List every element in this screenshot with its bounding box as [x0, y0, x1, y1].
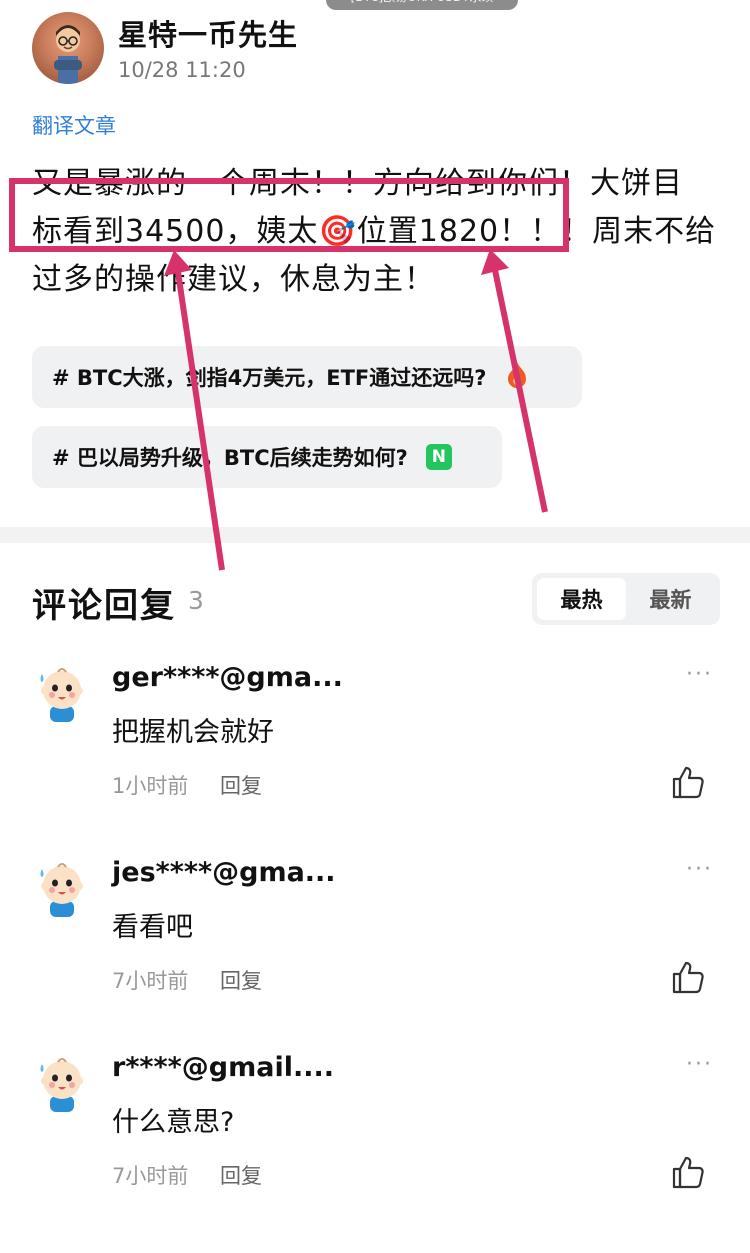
baby-avatar-icon[interactable] — [32, 1052, 92, 1112]
tag-label: # 巴以局势升级，BTC后续走势如何? — [52, 446, 408, 470]
comment-text: 什么意思? — [112, 1107, 235, 1138]
topic-tag-geopolitics[interactable]: # 巴以局势升级，BTC后续走势如何? N — [32, 426, 502, 488]
thumbs-up-icon[interactable] — [670, 764, 706, 800]
reply-button[interactable]: 回复 — [220, 770, 262, 800]
comment-item: ger****@gma... 把握机会就好 1小时前 回复 ··· — [0, 662, 750, 852]
post-line-2a: 标看到34500，姨太 — [32, 214, 319, 249]
comment-item: jes****@gma... 看看吧 7小时前 回复 ··· — [0, 857, 750, 1047]
comment-text: 看看吧 — [112, 912, 193, 943]
comment-user[interactable]: jes****@gma... — [112, 857, 336, 888]
more-options-icon[interactable]: ··· — [686, 662, 713, 687]
comments-count: 3 — [188, 586, 204, 615]
target-emoji-icon: 🎯 — [318, 214, 357, 249]
cartoon-person-avatar-icon — [54, 25, 82, 84]
annotation-arrow-left — [175, 271, 225, 571]
post-time: 10/28 11:20 — [118, 58, 246, 82]
translate-link[interactable]: 翻译文章 — [32, 110, 116, 140]
section-divider — [0, 527, 750, 543]
post-line-2: 标看到34500，姨太🎯位置1820！！！周末不给 — [32, 208, 722, 256]
comment-sort-toggle: 最热 最新 — [532, 573, 720, 625]
author-name[interactable]: 星特一币先生 — [118, 12, 298, 54]
comment-item: r****@gmail.... 什么意思? 7小时前 回复 ··· — [0, 1052, 750, 1242]
thumbs-up-icon[interactable] — [670, 1154, 706, 1190]
post-line-3: 过多的操作建议，休息为主！ — [32, 262, 435, 297]
post-line-1: 又是暴涨的一个周末！！方向给到你们！大饼目 — [32, 166, 683, 201]
comment-time: 7小时前 — [112, 969, 189, 993]
more-options-icon[interactable]: ··· — [686, 857, 713, 882]
comments-title: 评论回复 — [32, 586, 176, 626]
baby-avatar-icon[interactable] — [32, 857, 92, 917]
comment-user[interactable]: ger****@gma... — [112, 662, 343, 693]
reply-button[interactable]: 回复 — [220, 965, 262, 995]
author-avatar[interactable] — [32, 12, 104, 84]
post-line-2b: 位置1820！！！周末不给 — [356, 214, 717, 249]
topic-tag-btc[interactable]: # BTC大涨，剑指4万美元，ETF通过还远吗? — [32, 346, 582, 408]
more-options-icon[interactable]: ··· — [686, 1052, 713, 1077]
reply-button[interactable]: 回复 — [220, 1160, 262, 1190]
sort-newest-button[interactable]: 最新 — [626, 578, 715, 620]
comment-time: 1小时前 — [112, 774, 189, 798]
fire-icon — [504, 360, 530, 395]
new-badge-icon: N — [425, 444, 452, 470]
thumbs-up-icon[interactable] — [670, 959, 706, 995]
post-body: 又是暴涨的一个周末！！方向给到你们！大饼目 标看到34500，姨太🎯位置1820… — [32, 160, 722, 304]
comment-user[interactable]: r****@gmail.... — [112, 1052, 334, 1083]
tag-label: # BTC大涨，剑指4万美元，ETF通过还远吗? — [52, 366, 487, 390]
sort-hot-button[interactable]: 最热 — [537, 578, 626, 620]
comment-time: 7小时前 — [112, 1164, 189, 1188]
market-pill[interactable]: [BTC]欧易OKX USDT永续 — [326, 0, 518, 10]
baby-avatar-icon[interactable] — [32, 662, 92, 722]
comment-text: 把握机会就好 — [112, 717, 274, 748]
